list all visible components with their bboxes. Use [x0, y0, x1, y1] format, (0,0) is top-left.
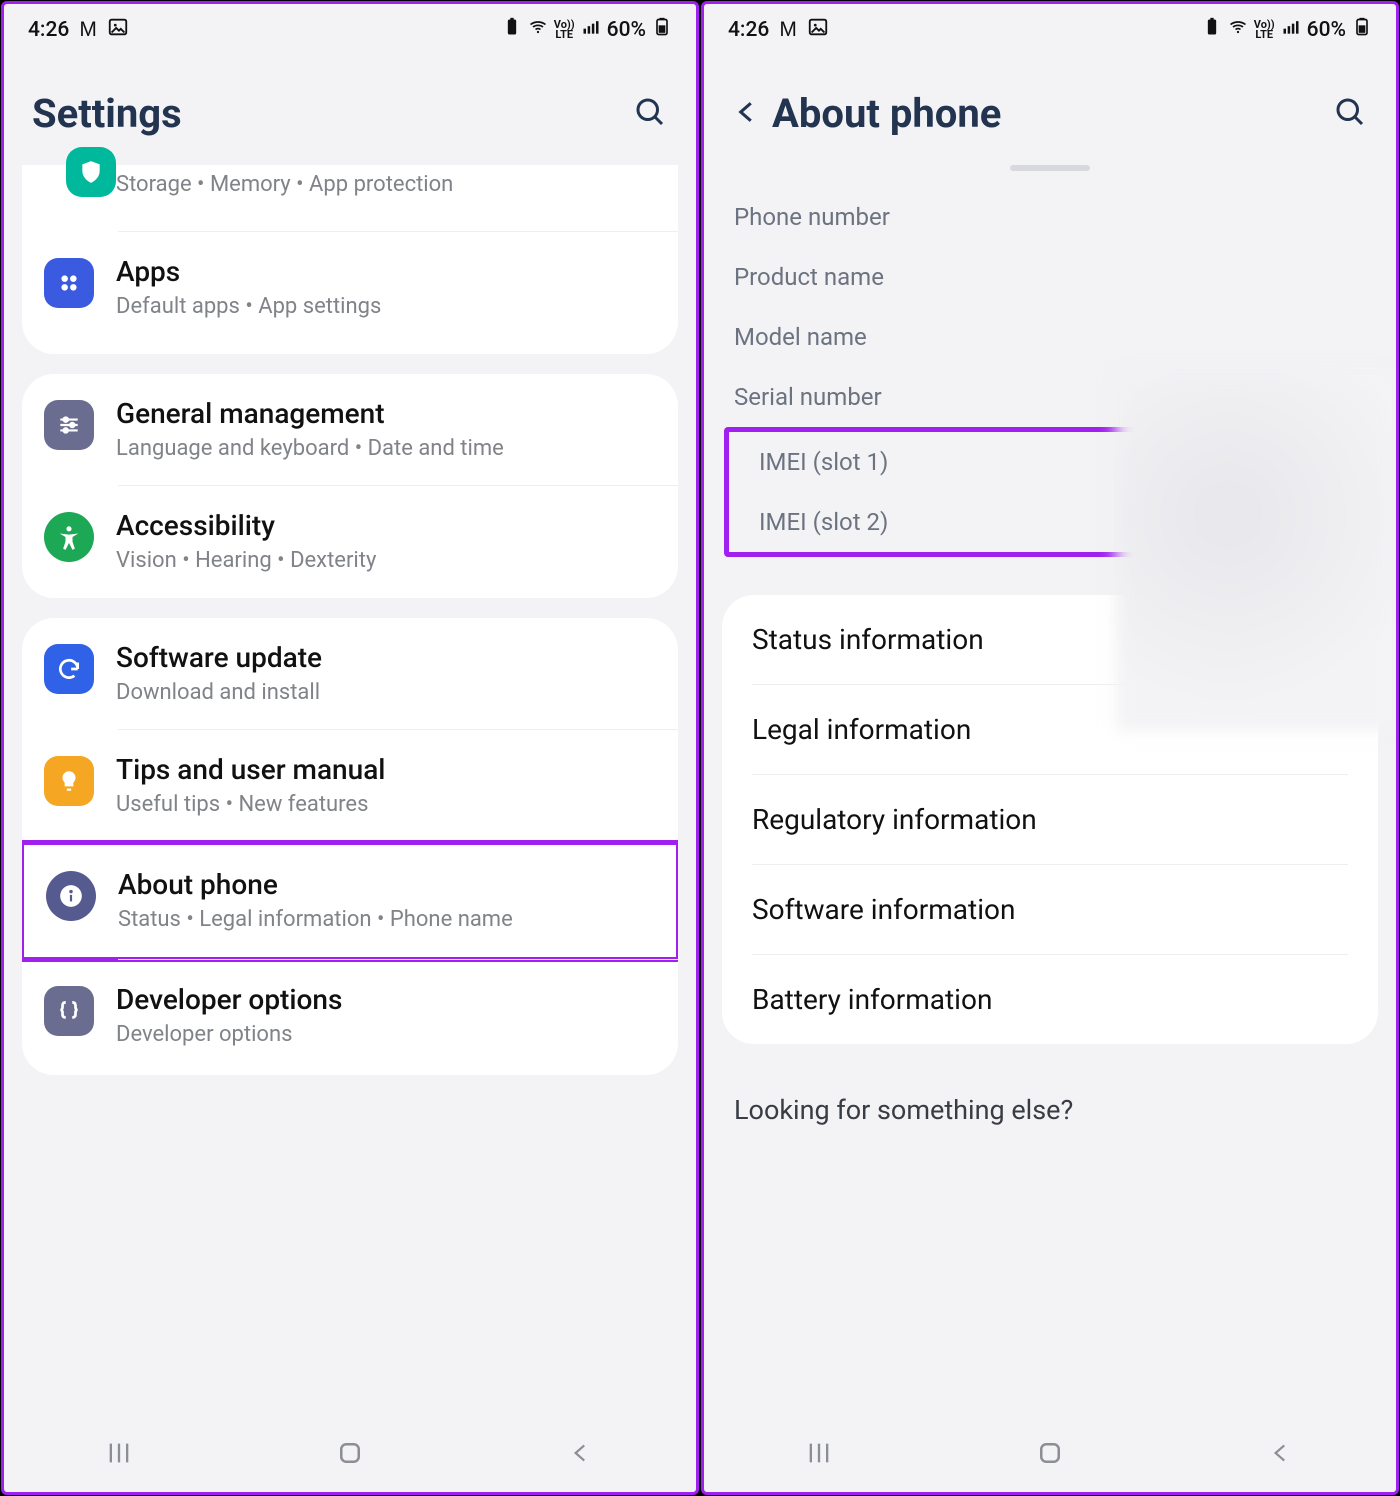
- gmail-icon: M: [779, 18, 797, 42]
- update-icon: [44, 644, 94, 694]
- settings-tips[interactable]: Tips and user manualUseful tips • New fe…: [22, 730, 678, 842]
- drag-handle[interactable]: [1010, 165, 1090, 171]
- settings-about-phone[interactable]: About phoneStatus • Legal information • …: [24, 845, 676, 957]
- screenshot-right: 4:26 M Vo))LTE 60% About phone Phone num…: [701, 1, 1399, 1495]
- wifi-icon: [528, 17, 548, 43]
- nav-bar: [704, 1414, 1396, 1492]
- volte-icon: Vo))LTE: [554, 20, 575, 40]
- image-icon: [807, 16, 829, 44]
- clock: 4:26: [28, 18, 69, 42]
- card-general: General managementLanguage and keyboard …: [22, 374, 678, 598]
- row-regulatory-information[interactable]: Regulatory information: [722, 775, 1378, 864]
- accessibility-icon: [44, 512, 94, 562]
- highlight-about-phone: About phoneStatus • Legal information • …: [22, 840, 678, 962]
- back-icon[interactable]: [732, 97, 772, 131]
- settings-apps[interactable]: AppsDefault apps • App settings: [22, 232, 678, 344]
- search-icon[interactable]: [632, 94, 668, 134]
- info-phone-number[interactable]: Phone number: [704, 187, 1396, 247]
- status-bar: 4:26 M Vo))LTE 60%: [704, 4, 1396, 56]
- settings-accessibility[interactable]: AccessibilityVision • Hearing • Dexterit…: [22, 486, 678, 598]
- volte-icon: Vo))LTE: [1254, 20, 1275, 40]
- braces-icon: [44, 986, 94, 1036]
- info-model-name[interactable]: Model name: [704, 307, 1396, 367]
- battery-icon: [1352, 17, 1372, 43]
- settings-developer-options[interactable]: Developer optionsDeveloper options: [22, 960, 678, 1072]
- row-battery-information[interactable]: Battery information: [722, 955, 1378, 1044]
- nav-bar: [4, 1414, 696, 1492]
- battery-pct: 60%: [607, 18, 646, 42]
- device-care-sub: Storage • Memory • App protection: [116, 171, 656, 200]
- recents-button[interactable]: [789, 1433, 849, 1473]
- search-icon[interactable]: [1332, 94, 1368, 134]
- back-button[interactable]: [1251, 1433, 1311, 1473]
- settings-software-update[interactable]: Software updateDownload and install: [22, 618, 678, 730]
- image-icon: [107, 16, 129, 44]
- info-product-name[interactable]: Product name: [704, 247, 1396, 307]
- battery-saver-icon: [502, 17, 522, 43]
- card-system: Software updateDownload and install Tips…: [22, 618, 678, 1075]
- back-button[interactable]: [551, 1433, 611, 1473]
- card-device-care-partial[interactable]: Storage • Memory • App protection AppsDe…: [22, 165, 678, 354]
- looking-for-else: Looking for something else?: [704, 1058, 1396, 1126]
- gmail-icon: M: [79, 18, 97, 42]
- battery-icon: [652, 17, 672, 43]
- bulb-icon: [44, 756, 94, 806]
- status-bar: 4:26 M Vo))LTE 60%: [4, 4, 696, 56]
- battery-pct: 60%: [1307, 18, 1346, 42]
- clock: 4:26: [728, 18, 769, 42]
- shield-icon: [66, 147, 116, 197]
- header: About phone: [704, 56, 1396, 165]
- recents-button[interactable]: [89, 1433, 149, 1473]
- page-title: About phone: [772, 90, 1332, 137]
- page-title: Settings: [32, 90, 632, 137]
- screenshot-left: 4:26 M Vo))LTE 60% Settings Storage • Me…: [1, 1, 699, 1495]
- signal-icon: [1281, 17, 1301, 43]
- info-icon: [46, 871, 96, 921]
- wifi-icon: [1228, 17, 1248, 43]
- battery-saver-icon: [1202, 17, 1222, 43]
- signal-icon: [581, 17, 601, 43]
- settings-general-management[interactable]: General managementLanguage and keyboard …: [22, 374, 678, 486]
- row-software-information[interactable]: Software information: [722, 865, 1378, 954]
- device-info-section: Phone number Product name Model name Ser…: [704, 181, 1396, 567]
- apps-icon: [44, 258, 94, 308]
- home-button[interactable]: [1020, 1433, 1080, 1473]
- home-button[interactable]: [320, 1433, 380, 1473]
- redacted-values: [1116, 371, 1396, 731]
- sliders-icon: [44, 400, 94, 450]
